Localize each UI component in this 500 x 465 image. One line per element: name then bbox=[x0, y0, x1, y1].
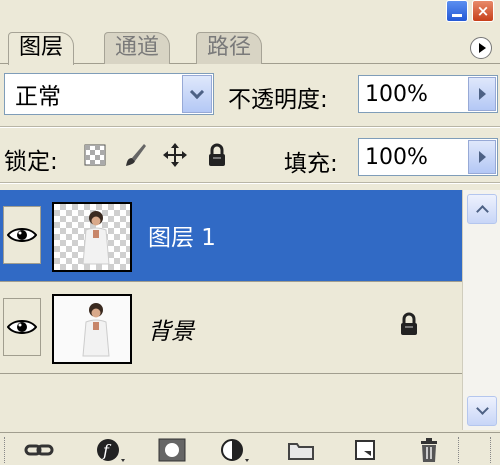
blend-mode-select[interactable]: 正常 bbox=[4, 73, 214, 115]
opacity-slider-button[interactable] bbox=[468, 77, 496, 111]
layers-scrollbar[interactable] bbox=[462, 190, 500, 430]
fill-field[interactable]: 100% bbox=[358, 138, 498, 176]
trash-icon bbox=[421, 438, 437, 462]
adjustment-layer-icon bbox=[221, 439, 249, 462]
new-layer-icon bbox=[355, 440, 375, 460]
link-layers-button[interactable] bbox=[22, 436, 56, 464]
portrait-image bbox=[82, 211, 110, 265]
opacity-field[interactable]: 100% bbox=[358, 75, 498, 113]
toolbar-grip bbox=[4, 437, 7, 463]
toolbar-grip bbox=[490, 437, 493, 463]
mask-icon bbox=[158, 438, 186, 462]
layer-thumbnail bbox=[52, 202, 132, 272]
minimize-icon bbox=[452, 13, 462, 17]
window-controls: × bbox=[446, 0, 500, 24]
chevron-down-icon bbox=[475, 402, 489, 415]
new-group-button[interactable] bbox=[284, 436, 318, 464]
lock-label: 锁定: bbox=[4, 149, 58, 175]
visibility-toggle[interactable] bbox=[3, 206, 41, 264]
panel-menu-button[interactable] bbox=[470, 37, 492, 59]
chevron-right-icon bbox=[478, 88, 486, 100]
lock-transparent-icon[interactable] bbox=[82, 142, 108, 168]
tab-layers[interactable]: 图层 bbox=[8, 32, 75, 65]
tab-paths[interactable]: 路径 bbox=[196, 32, 263, 64]
layers-list: 图层 1 背景 bbox=[0, 190, 462, 430]
panel-menu-icon bbox=[478, 43, 486, 53]
divider bbox=[0, 182, 500, 184]
portrait-image bbox=[54, 296, 130, 362]
layer-style-button[interactable]: f bbox=[94, 436, 128, 464]
close-icon: × bbox=[476, 1, 490, 20]
blend-mode-dropdown-button[interactable] bbox=[182, 75, 212, 113]
chevron-down-icon bbox=[189, 84, 205, 99]
scroll-down-button[interactable] bbox=[467, 396, 497, 426]
adjustment-layer-button[interactable] bbox=[218, 436, 252, 464]
group-folder-icon bbox=[288, 443, 314, 460]
layer-style-icon: f bbox=[97, 439, 125, 462]
window-top-strip bbox=[0, 0, 500, 26]
layer-row[interactable]: 图层 1 bbox=[0, 190, 462, 282]
lock-all-icon[interactable] bbox=[204, 142, 230, 168]
layer-name[interactable]: 背景 bbox=[148, 312, 194, 346]
scroll-up-button[interactable] bbox=[467, 194, 497, 224]
lock-move-icon[interactable] bbox=[162, 142, 188, 168]
blend-mode-value: 正常 bbox=[15, 84, 61, 110]
opacity-label: 不透明度: bbox=[228, 87, 328, 113]
layers-bottom-toolbar: f bbox=[0, 432, 500, 465]
eye-icon bbox=[7, 320, 37, 334]
lock-brush-icon[interactable] bbox=[122, 142, 148, 168]
eye-icon bbox=[7, 228, 37, 242]
layer-thumbnail bbox=[52, 294, 132, 364]
add-mask-button[interactable] bbox=[155, 436, 189, 464]
fill-label: 填充: bbox=[284, 151, 338, 177]
close-button[interactable]: × bbox=[472, 0, 494, 22]
divider bbox=[0, 126, 500, 128]
layer-name[interactable]: 图层 1 bbox=[148, 218, 216, 252]
tab-channels[interactable]: 通道 bbox=[104, 32, 171, 64]
visibility-toggle[interactable] bbox=[3, 298, 41, 356]
lock-icon bbox=[398, 312, 420, 340]
opacity-value[interactable]: 100% bbox=[359, 82, 468, 107]
layer-row[interactable]: 背景 bbox=[0, 282, 462, 374]
fill-slider-button[interactable] bbox=[468, 140, 496, 174]
panel-tab-row: 图层 通道 路径 bbox=[0, 26, 500, 65]
chevron-right-icon bbox=[478, 151, 486, 163]
delete-layer-button[interactable] bbox=[412, 436, 446, 464]
toolbar-grip bbox=[458, 437, 461, 463]
new-layer-button[interactable] bbox=[348, 436, 382, 464]
chevron-up-icon bbox=[475, 205, 489, 218]
link-icon bbox=[24, 444, 54, 456]
minimize-button[interactable] bbox=[446, 0, 468, 22]
fill-value[interactable]: 100% bbox=[359, 145, 468, 170]
